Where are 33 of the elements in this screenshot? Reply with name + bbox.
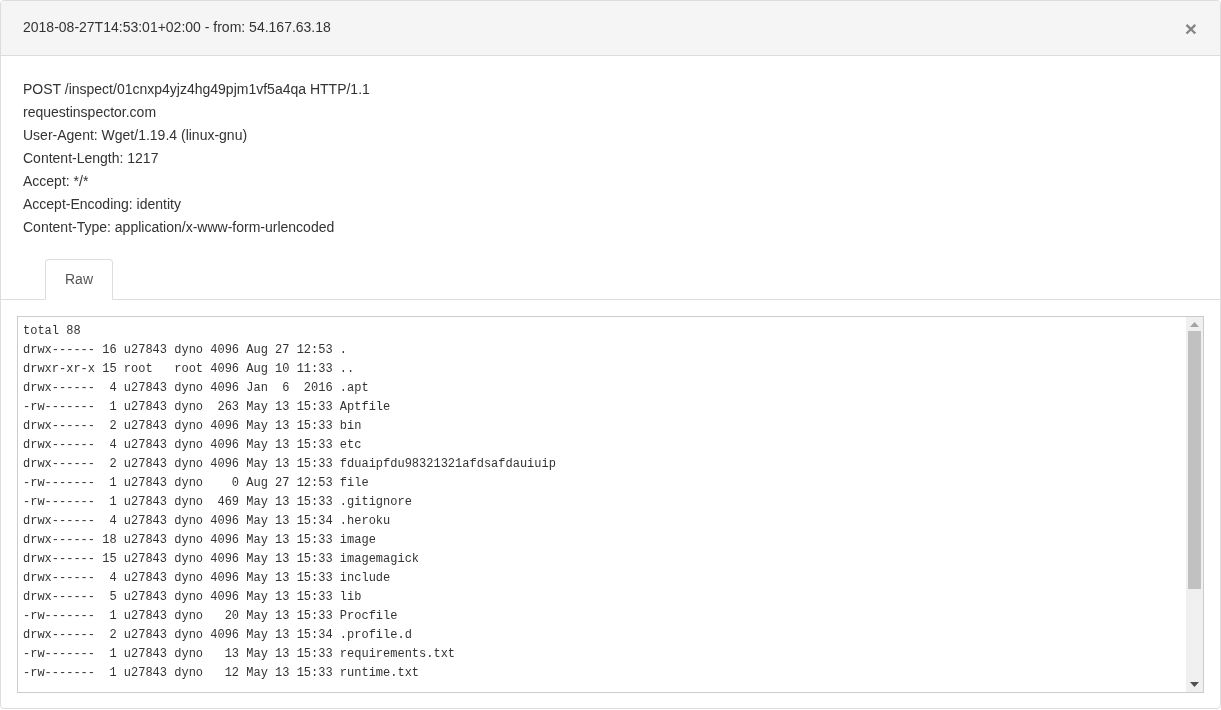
scroll-up-icon[interactable] [1190,322,1199,327]
request-line: Accept-Encoding: identity [23,195,181,214]
listing-line: drwx------ 2 u27843 dyno 4096 May 13 15:33 fduaipfdu98321321afdsafdauiuip [23,456,556,473]
listing-line: -rw------- 1 u27843 dyno 469 May 13 15:33 .gitignore [23,494,412,511]
listing-line: drwx------ 18 u27843 dyno 4096 May 13 15:33 image [23,532,376,549]
listing-line: drwx------ 4 u27843 dyno 4096 Jan 6 2016 .apt [23,380,369,397]
panel-title: 2018-08-27T14:53:01+02:00 - from: 54.167.63.18 [23,18,331,37]
listing-line: drwx------ 4 u27843 dyno 4096 May 13 15:33 etc [23,437,362,454]
listing-line: -rw------- 1 u27843 dyno 13 May 13 15:33 requirements.txt [23,646,456,663]
listing-line: drwx------ 4 u27843 dyno 4096 May 13 15:34 .heroku [23,513,391,530]
listing-line: drwx------ 2 u27843 dyno 4096 May 13 15:33 bin [23,418,362,435]
listing-line: -rw------- 1 u27843 dyno 0 Aug 27 12:53 file [23,475,369,492]
request-line: Content-Type: application/x-www-form-urlencoded [23,218,335,237]
request-line: Content-Length: 1217 [23,149,159,168]
tab[interactable]: Raw [45,259,113,300]
listing-line: drwx------ 4 u27843 dyno 4096 May 13 15:33 include [23,570,391,587]
scroll-down-icon[interactable] [1190,682,1199,687]
request-line: POST /inspect/01cnxp4yjz4hg49pjm1vf5a4qa HTTP/1.1 [23,80,370,99]
listing-line: drwxr-xr-x 15 root root 4096 Aug 10 11:33 .. [23,361,355,378]
listing-line: -rw------- 1 u27843 dyno 263 May 13 15:33 Aptfile [23,399,391,416]
raw-body-field[interactable] [17,316,1204,693]
listing-line: -rw------- 1 u27843 dyno 12 May 13 15:33 runtime.txt [23,665,420,682]
listing-line: -rw------- 1 u27843 dyno 20 May 13 15:33 Procfile [23,608,398,625]
listing-line: drwx------ 15 u27843 dyno 4096 May 13 15:33 imagemagick [23,551,420,568]
listing-line: total 88 [23,323,81,340]
scrollbar-thumb[interactable] [1188,331,1201,589]
listing-line: drwx------ 2 u27843 dyno 4096 May 13 15:34 .profile.d [23,627,412,644]
listing-line: drwx------ 5 u27843 dyno 4096 May 13 15:33 lib [23,589,362,606]
scrollbar[interactable] [1186,317,1203,692]
request-line: requestinspector.com [23,103,157,122]
listing-line: drwx------ 16 u27843 dyno 4096 Aug 27 12:53 . [23,342,348,359]
request-line: User-Agent: Wget/1.19.4 (linux-gnu) [23,126,248,145]
request-line: Accept: */* [23,172,89,191]
